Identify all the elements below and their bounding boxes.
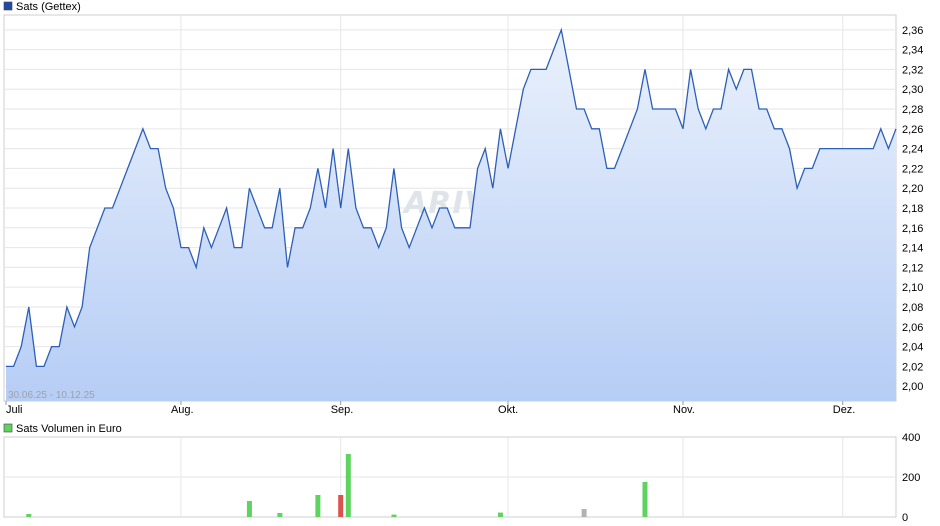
x-tick-label: Juli [6, 404, 23, 416]
price-y-tick-label: 2,30 [902, 84, 923, 96]
x-axis: Juli Aug. Sep. Okt. Nov. Dez. [5, 401, 856, 416]
price-y-axis: 2,00 2,02 2,04 2,06 2,08 2,10 2,12 2,14 2,16 2,18… [902, 25, 923, 393]
x-tick-label: Aug. [171, 404, 194, 416]
volume-y-axis: 0 200 400 [902, 432, 920, 524]
x-tick-label: Nov. [673, 404, 695, 416]
volume-legend-label: Sats Volumen in Euro [16, 423, 122, 435]
volume-bar [338, 495, 344, 517]
price-y-tick-label: 2,10 [902, 282, 923, 294]
price-panel: ARIVA.DE 30.06.25 - 10.12.25 2,002,022,0… [3, 14, 923, 416]
volume-y-tick-label: 400 [902, 432, 920, 444]
volume-bar [581, 509, 587, 517]
volume-bar [497, 512, 503, 517]
price-volume-chart: Sats (Gettex) ARIVA.DE 30.06.25 - 10.12.… [3, 1, 923, 524]
price-y-tick-label: 2,06 [902, 322, 923, 334]
price-y-tick-label: 2,02 [902, 361, 923, 373]
price-legend-label: Sats (Gettex) [16, 1, 81, 13]
price-y-tick-label: 2,22 [902, 163, 923, 175]
volume-bar [642, 482, 648, 517]
volume-bar [345, 454, 351, 517]
x-tick-label: Dez. [833, 404, 856, 416]
price-y-tick-label: 2,34 [902, 45, 923, 57]
price-y-tick-label: 2,20 [902, 183, 923, 195]
volume-bar [315, 495, 321, 517]
volume-panel: 0 200 400 [3, 432, 920, 524]
x-tick-label: Okt. [498, 404, 518, 416]
price-y-tick-label: 2,00 [902, 381, 923, 393]
date-range: 30.06.25 - 10.12.25 [8, 390, 95, 401]
price-y-tick-label: 2,12 [902, 262, 923, 274]
price-y-tick-label: 2,04 [902, 342, 923, 354]
price-y-tick-label: 2,28 [902, 104, 923, 116]
price-y-tick-label: 2,26 [902, 124, 923, 136]
volume-bar [277, 513, 283, 517]
volume-bar [391, 514, 397, 517]
volume-legend-swatch [3, 423, 13, 433]
price-y-tick-label: 2,32 [902, 64, 923, 76]
price-legend-swatch [3, 1, 13, 11]
price-y-tick-label: 2,08 [902, 302, 923, 314]
price-y-tick-label: 2,16 [902, 223, 923, 235]
x-tick-label: Sep. [331, 404, 354, 416]
price-y-tick-label: 2,18 [902, 203, 923, 215]
price-y-tick-label: 2,36 [902, 25, 923, 37]
volume-y-tick-label: 0 [902, 512, 908, 524]
volume-bar [246, 501, 252, 517]
volume-y-tick-label: 200 [902, 472, 920, 484]
volume-bar [26, 514, 32, 517]
price-y-tick-label: 2,14 [902, 243, 923, 255]
price-y-tick-label: 2,24 [902, 144, 923, 156]
